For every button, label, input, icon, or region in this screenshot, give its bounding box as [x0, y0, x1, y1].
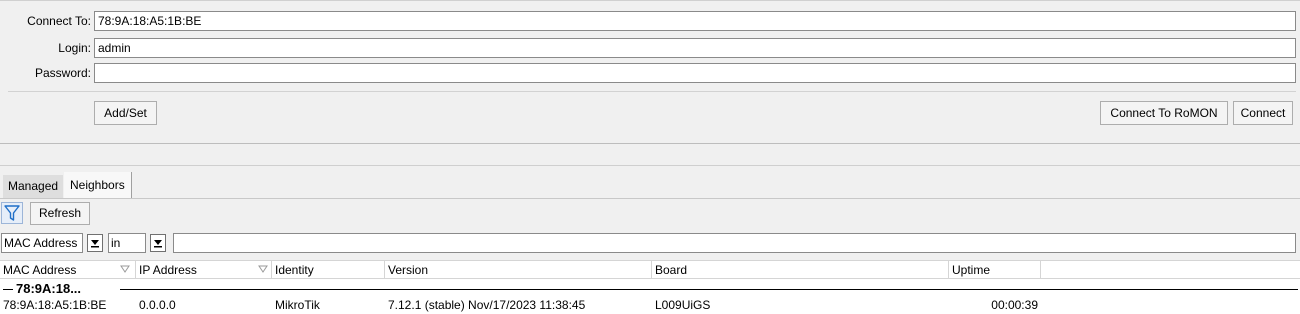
tab-neighbors[interactable]: Neighbors	[64, 172, 132, 198]
col-ip-address[interactable]: IP Address	[136, 261, 272, 279]
refresh-button[interactable]: Refresh	[30, 202, 90, 225]
login-field[interactable]: admin	[94, 38, 1296, 58]
form-separator	[8, 91, 1296, 92]
top-border	[0, 0, 1300, 1]
tab-managed[interactable]: Managed	[3, 175, 64, 198]
group-line-right	[120, 289, 1298, 290]
connect-button[interactable]: Connect	[1233, 101, 1293, 125]
filter-field-dropdown[interactable]	[87, 234, 103, 252]
col-version[interactable]: Version	[385, 261, 652, 279]
panel-divider	[0, 143, 1300, 144]
col-ip-address-label: IP Address	[139, 263, 197, 277]
dropdown-arrow-icon	[91, 240, 99, 248]
tabs-bottom-line	[0, 198, 1300, 199]
sort-icon	[258, 265, 268, 273]
connect-to-label: Connect To:	[27, 14, 91, 28]
cell-mac-address: 78:9A:18:A5:1B:BE	[3, 298, 107, 312]
password-field[interactable]	[94, 63, 1296, 83]
col-mac-address-label: MAC Address	[3, 263, 77, 277]
cell-board: L009UiGS	[655, 298, 711, 312]
tabs-top-line	[0, 165, 1300, 166]
col-identity[interactable]: Identity	[272, 261, 385, 279]
table-header: MAC Address IP Address Identity Version …	[0, 260, 1300, 279]
filter-field-select[interactable]: MAC Address	[1, 233, 83, 253]
cell-ip-address: 0.0.0.0	[139, 298, 176, 312]
cell-uptime: 00:00:39	[991, 298, 1038, 312]
col-mac-address[interactable]: MAC Address	[0, 261, 136, 279]
password-label: Password:	[34, 66, 91, 80]
col-board[interactable]: Board	[652, 261, 949, 279]
dropdown-arrow-icon	[154, 240, 162, 248]
add-set-button[interactable]: Add/Set	[94, 101, 157, 125]
filter-operator-dropdown[interactable]	[150, 234, 166, 252]
login-label: Login:	[58, 41, 91, 55]
group-row[interactable]: 78:9A:18...	[0, 281, 1300, 297]
filter-icon	[4, 205, 20, 221]
sort-icon	[120, 265, 130, 273]
group-label: 78:9A:18...	[16, 281, 82, 296]
filter-operator-select[interactable]: in	[108, 233, 146, 253]
table-body: 78:9A:18... 78:9A:18:A5:1B:BE 0.0.0.0 Mi…	[0, 279, 1300, 314]
filter-value-input[interactable]	[173, 233, 1296, 253]
table-row[interactable]: 78:9A:18:A5:1B:BE 0.0.0.0 MikroTik 7.12.…	[0, 298, 1300, 314]
connect-to-romon-button[interactable]: Connect To RoMON	[1100, 101, 1228, 125]
group-line-left	[3, 289, 13, 290]
cell-identity: MikroTik	[275, 298, 320, 312]
col-uptime[interactable]: Uptime	[949, 261, 1041, 279]
cell-version: 7.12.1 (stable) Nov/17/2023 11:38:45	[388, 298, 586, 312]
filter-button[interactable]	[1, 202, 23, 224]
connect-to-field[interactable]: 78:9A:18:A5:1B:BE	[94, 11, 1296, 31]
